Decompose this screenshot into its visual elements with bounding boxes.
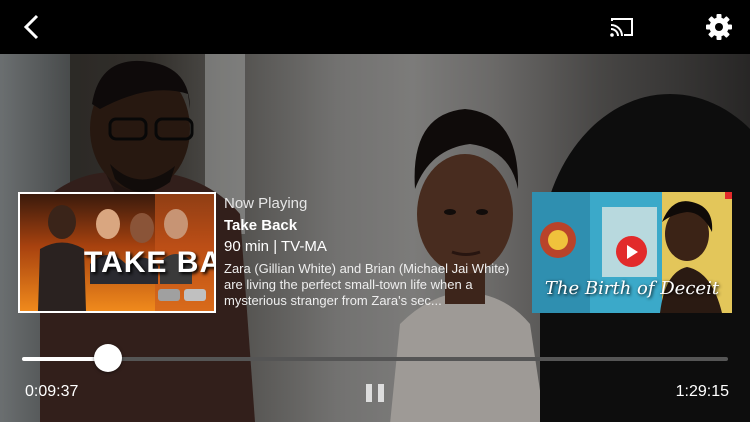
up-next-play-button[interactable] (616, 236, 647, 267)
up-next-marker (725, 192, 732, 199)
now-playing-info: Now Playing Take Back 90 min | TV-MA Zar… (224, 194, 522, 309)
now-playing-poster[interactable]: TAKE BACK (18, 192, 216, 313)
pause-icon (366, 384, 372, 402)
pause-icon-bar (378, 384, 384, 402)
top-bar (0, 0, 750, 54)
cast-button[interactable] (604, 9, 640, 45)
up-next-card[interactable]: The Birth of Deceit (532, 192, 732, 313)
back-button[interactable] (14, 9, 50, 45)
playback-controls: 0:09:37 1:29:15 (0, 340, 750, 422)
current-time: 0:09:37 (25, 383, 79, 400)
play-icon (626, 244, 638, 259)
movie-meta: 90 min | TV-MA (224, 238, 327, 255)
gear-icon (706, 14, 732, 40)
movie-title: Take Back (224, 217, 298, 234)
total-time: 1:29:15 (675, 383, 729, 400)
pause-button[interactable] (366, 384, 384, 402)
up-next-title: The Birth of Deceit (544, 278, 720, 299)
seek-bar[interactable] (22, 357, 728, 361)
seek-handle[interactable] (94, 344, 123, 372)
now-playing-label: Now Playing (224, 195, 308, 212)
back-chevron-icon (23, 14, 39, 40)
settings-button[interactable] (701, 9, 737, 45)
poster-title-text: TAKE BACK (84, 246, 214, 279)
cast-icon (610, 18, 633, 37)
movie-description: Zara (Gillian White) and Brian (Michael … (224, 261, 510, 308)
